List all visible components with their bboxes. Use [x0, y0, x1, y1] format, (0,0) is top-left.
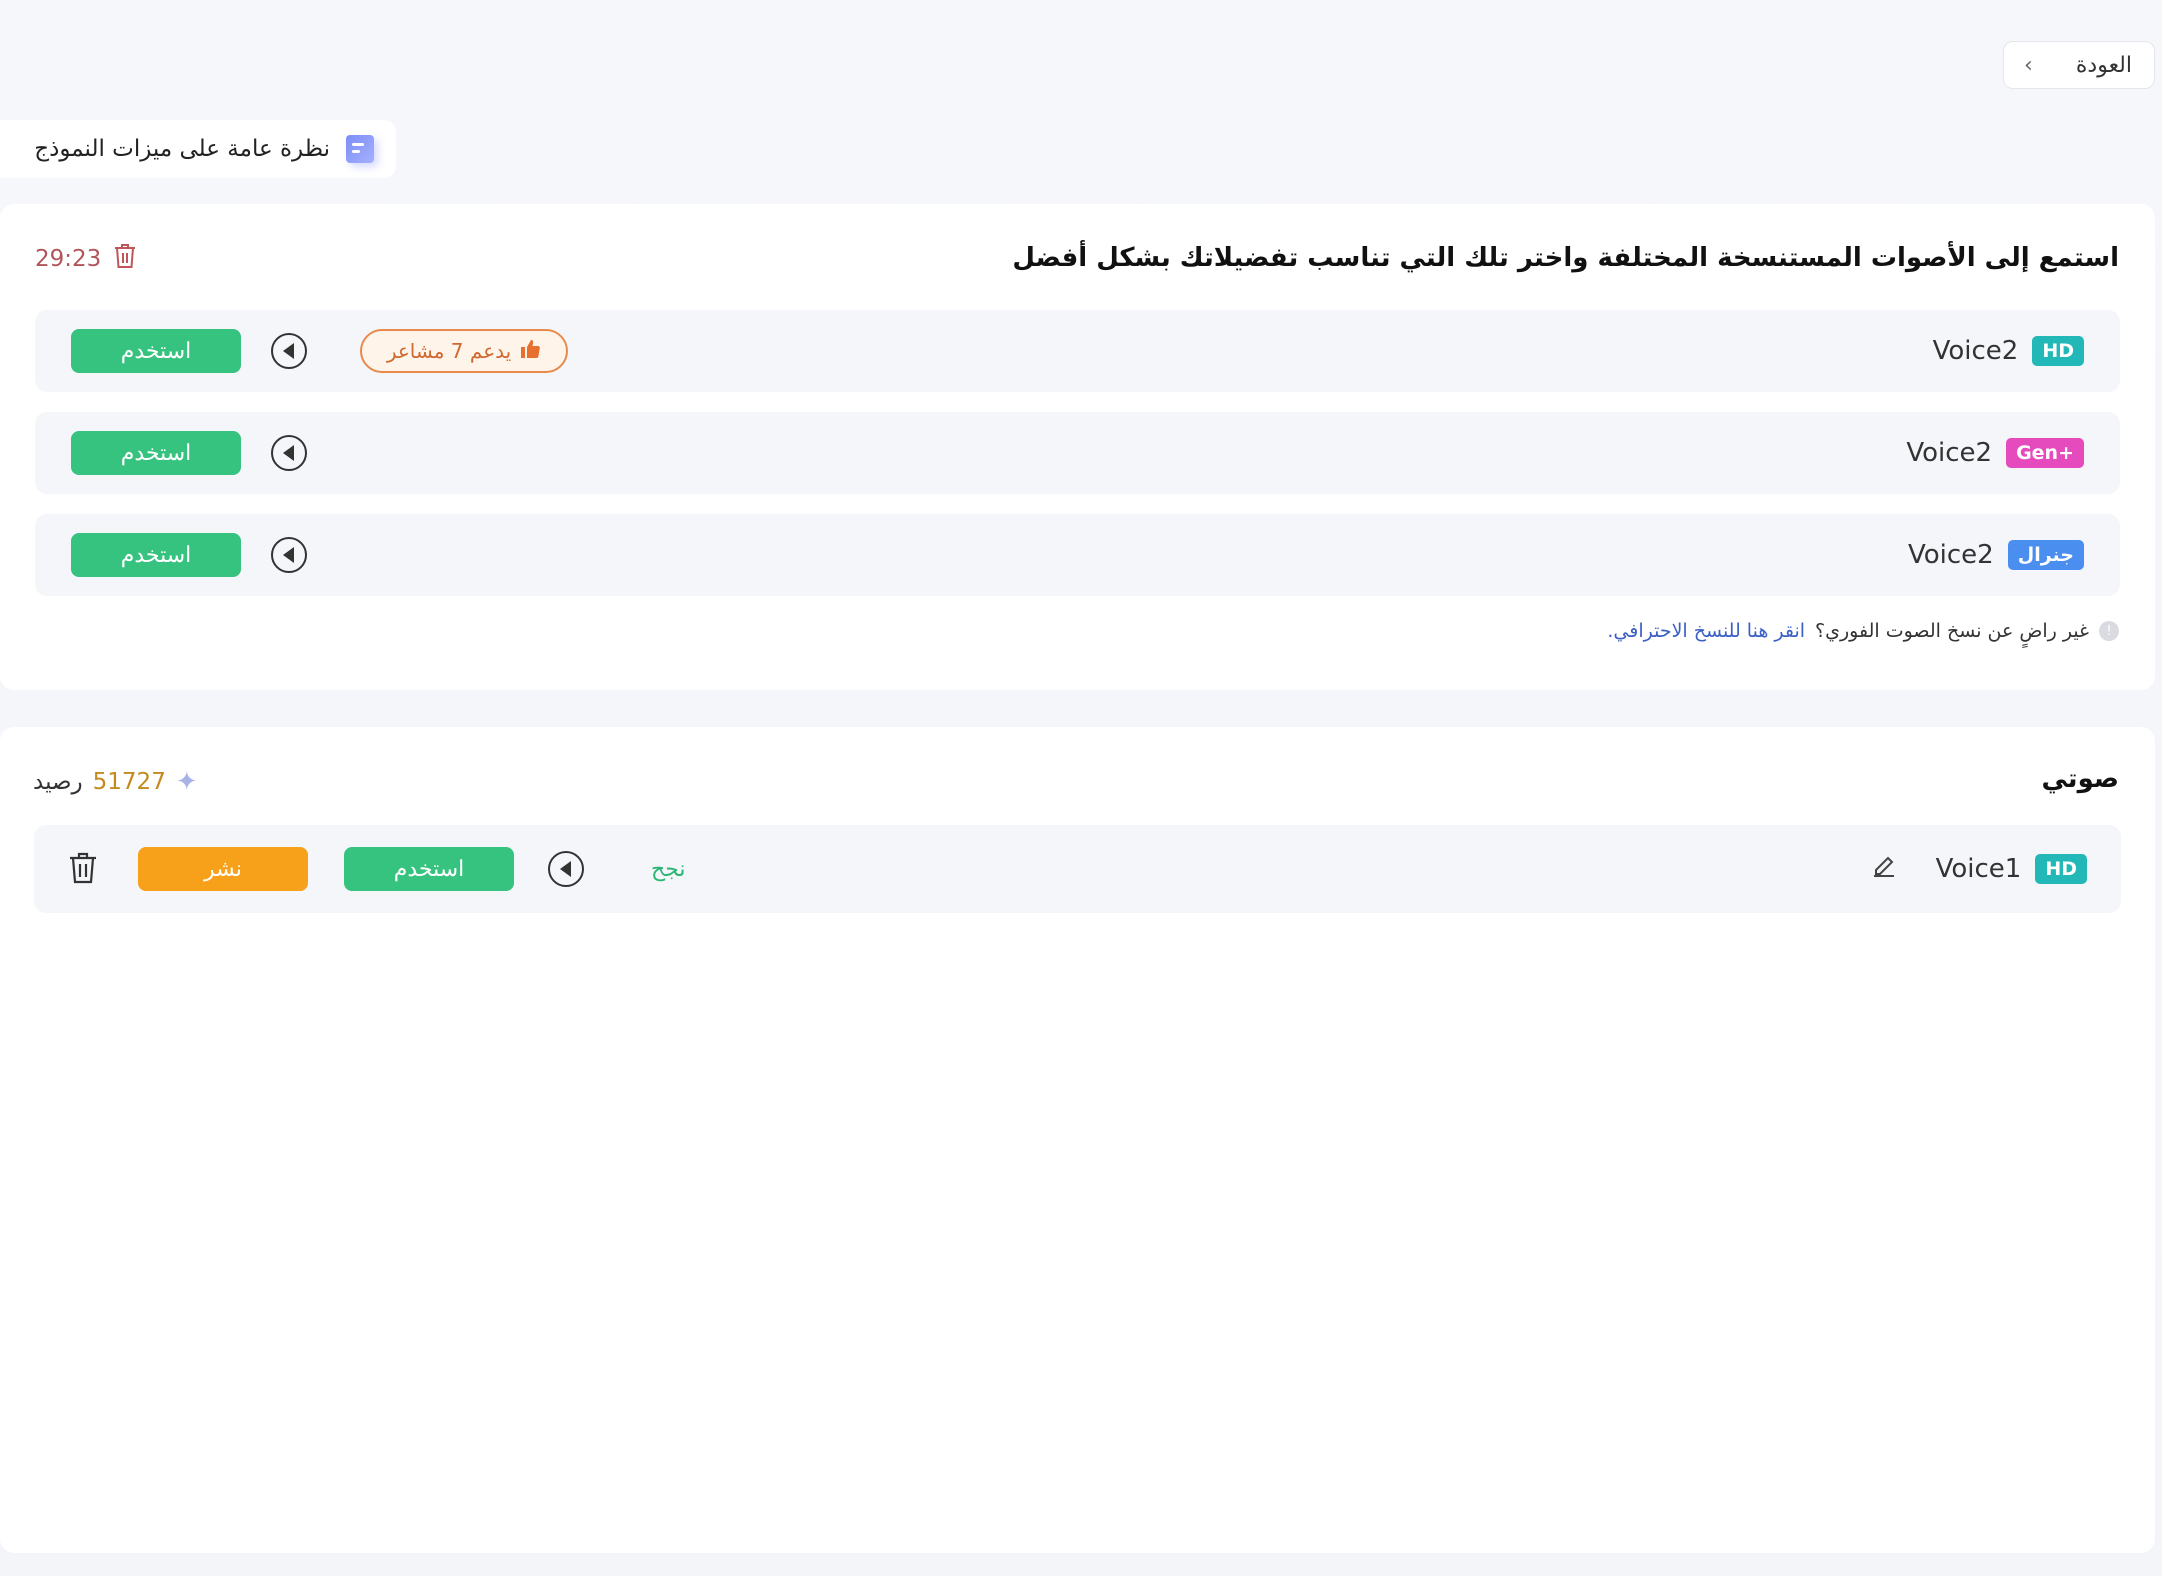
play-icon[interactable]: [271, 333, 307, 369]
voice-row: استخدم Voice2 جنرال: [35, 514, 2120, 596]
my-voice-title: صوتي: [2041, 764, 2120, 794]
sparkle-icon: ✦: [175, 767, 198, 797]
credit-value: 51727: [92, 769, 166, 795]
use-button[interactable]: استخدم: [344, 847, 514, 891]
gen-tag: Gen+: [2006, 438, 2084, 468]
badge-text: يدعم 7 مشاعر: [386, 339, 512, 363]
play-icon[interactable]: [271, 435, 307, 471]
use-button[interactable]: استخدم: [71, 329, 241, 373]
use-button[interactable]: استخدم: [71, 431, 241, 475]
publish-button[interactable]: نشر: [138, 847, 308, 891]
use-button[interactable]: استخدم: [71, 533, 241, 577]
trash-icon[interactable]: [68, 851, 98, 889]
cloned-voices-card: استمع إلى الأصوات المستنسخة المختلفة واخ…: [0, 204, 2155, 690]
timer-value: 29:23: [35, 246, 102, 272]
cloned-voices-title: استمع إلى الأصوات المستنسخة المختلفة واخ…: [1012, 243, 2119, 273]
book-icon: [346, 135, 374, 163]
back-label: العودة: [2075, 52, 2132, 78]
model-overview-link[interactable]: نظرة عامة على ميزات النموذج: [0, 120, 396, 178]
voice-name: Voice2: [1932, 336, 2019, 366]
play-icon[interactable]: [548, 851, 584, 887]
hd-tag: HD: [2035, 854, 2087, 884]
play-icon[interactable]: [271, 537, 307, 573]
edit-icon[interactable]: [1870, 852, 1898, 887]
voice-name: Voice2: [1907, 540, 1994, 570]
general-tag: جنرال: [2007, 540, 2084, 570]
my-voice-row: نشر استخدم نجح Voice1 HD: [34, 825, 2121, 913]
voice-label: Voice2 HD: [1933, 310, 2084, 392]
voice-name: Voice2: [1906, 438, 1993, 468]
note-text: غير راضٍ عن نسخ الصوت الفوري؟: [1815, 620, 2089, 642]
voice-label: Voice1 HD: [1870, 825, 2087, 913]
professional-clone-link[interactable]: انقر هنا للنسخ الاحترافي.: [1607, 620, 1805, 642]
status-text: نجح: [651, 856, 686, 882]
info-icon: !: [2099, 621, 2119, 641]
voice-label: Voice2 Gen+: [1906, 412, 2084, 494]
back-button[interactable]: العودة ›: [2003, 41, 2155, 89]
trash-icon[interactable]: [113, 242, 137, 276]
voice-name: Voice1: [1935, 854, 2022, 884]
credit-balance: رصيد 51727 ✦: [33, 767, 198, 797]
thumbs-up-icon: [519, 338, 541, 365]
chevron-right-icon: ›: [2024, 52, 2033, 78]
credit-label: رصيد: [33, 769, 83, 795]
voice-row: استخدم Voice2 Gen+: [35, 412, 2120, 494]
professional-clone-note: ! غير راضٍ عن نسخ الصوت الفوري؟ انقر هنا…: [1607, 620, 2119, 642]
overview-label: نظرة عامة على ميزات النموذج: [34, 136, 330, 162]
emotion-support-badge: يدعم 7 مشاعر: [360, 329, 568, 373]
timer: 29:23: [35, 242, 137, 276]
voice-row: استخدم يدعم 7 مشاعر Voice2 HD: [35, 310, 2120, 392]
my-voice-card: صوتي رصيد 51727 ✦ نشر استخدم نجح Voice1 …: [0, 727, 2155, 1553]
voice-label: Voice2 جنرال: [1908, 514, 2084, 596]
hd-tag: HD: [2032, 336, 2084, 366]
